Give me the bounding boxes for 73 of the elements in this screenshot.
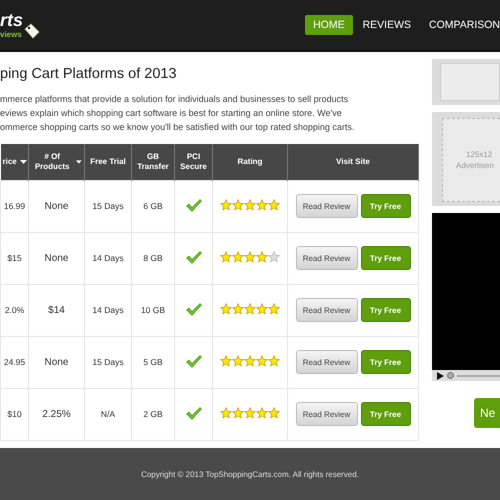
intro-text: mmerce platforms that provide a solution for individuals and businesses to sell products bbox=[0, 93, 350, 106]
star-icon bbox=[232, 199, 244, 211]
table-cell: 5 GB bbox=[132, 336, 174, 388]
star-icon bbox=[244, 303, 256, 315]
intro-text: ommerce shopping carts so we know you'll be satisfied with our top rated shopping carts. bbox=[0, 121, 356, 134]
logo-title[interactable]: rts bbox=[0, 10, 24, 30]
intro-text: eviews explain which shopping cart software is best for starting an online store. We've bbox=[0, 107, 343, 120]
read-review-button[interactable]: Read Review bbox=[296, 246, 358, 270]
table-cell: 15 Days bbox=[84, 336, 132, 388]
ad-placeholder bbox=[440, 63, 500, 101]
read-review-button[interactable]: Read Review bbox=[296, 194, 358, 218]
page-heading: ping Cart Platforms of 2013 bbox=[0, 66, 178, 82]
table-cell: 24.95 bbox=[0, 336, 28, 388]
star-icon bbox=[220, 355, 232, 367]
star-icon bbox=[268, 355, 280, 367]
copyright-text: Copyright © 2013 TopShoppingCarts.com. All rights reserved. bbox=[141, 470, 359, 478]
table-cell: 2.0% bbox=[0, 284, 28, 336]
table-cell: N/A bbox=[84, 388, 132, 440]
read-review-button[interactable]: Read Review bbox=[296, 298, 358, 322]
table-cell: 15 Days bbox=[84, 180, 132, 232]
column-header: Free Trial bbox=[84, 144, 132, 180]
star-icon bbox=[232, 251, 244, 263]
column-header[interactable]: rice bbox=[0, 144, 28, 180]
star-icon bbox=[268, 303, 280, 315]
column-header: Visit Site bbox=[288, 144, 418, 180]
star-icon bbox=[232, 407, 244, 419]
ad-label: Advertisen bbox=[456, 160, 494, 171]
table-cell: $15 bbox=[0, 232, 28, 284]
logo-subtitle: views bbox=[0, 30, 23, 39]
star-icon bbox=[256, 407, 268, 419]
star-icon bbox=[232, 303, 244, 315]
star-icon bbox=[256, 199, 268, 211]
read-review-button[interactable]: Read Review bbox=[296, 402, 358, 426]
column-header[interactable]: # Of Products bbox=[28, 144, 84, 180]
caret-icon bbox=[20, 160, 27, 164]
table-cell: $14 bbox=[28, 284, 84, 336]
caret-icon bbox=[76, 160, 82, 164]
star-icon bbox=[220, 251, 232, 263]
column-header: Rating bbox=[212, 144, 288, 180]
star-icon bbox=[244, 251, 256, 263]
table-cell: None bbox=[28, 180, 84, 232]
star-icon bbox=[244, 199, 256, 211]
table-cell: 2 GB bbox=[132, 388, 174, 440]
star-icon bbox=[268, 407, 280, 419]
star-icon bbox=[256, 251, 268, 263]
table-cell: 8 GB bbox=[132, 232, 174, 284]
star-icon bbox=[220, 407, 232, 419]
seek-handle[interactable] bbox=[447, 372, 454, 379]
nav-link[interactable]: COMPARISON bbox=[421, 15, 500, 35]
star-icon bbox=[220, 303, 232, 315]
column-header: PCI Secure bbox=[174, 144, 212, 180]
star-icon bbox=[268, 251, 280, 263]
star-icon bbox=[256, 303, 268, 315]
table-cell: 14 Days bbox=[84, 232, 132, 284]
star-icon bbox=[256, 355, 268, 367]
ad-label: 125x12 bbox=[465, 149, 492, 160]
tag-icon bbox=[24, 23, 40, 39]
table-cell: 14 Days bbox=[84, 284, 132, 336]
table-cell: 16.99 bbox=[0, 180, 28, 232]
star-icon bbox=[268, 199, 280, 211]
table-cell: 6 GB bbox=[132, 180, 174, 232]
star-icon bbox=[244, 407, 256, 419]
nav-link[interactable]: REVIEWS bbox=[354, 15, 420, 35]
column-header: GB Transfer bbox=[132, 144, 174, 180]
table-cell: 2.25% bbox=[28, 388, 84, 440]
read-review-button[interactable]: Read Review bbox=[296, 350, 358, 374]
table-cell: None bbox=[28, 336, 84, 388]
star-icon bbox=[232, 355, 244, 367]
star-icon bbox=[220, 199, 232, 211]
star-icon bbox=[244, 355, 256, 367]
table-cell: $10 bbox=[0, 388, 28, 440]
table-cell: 10 GB bbox=[132, 284, 174, 336]
table-cell: None bbox=[28, 232, 84, 284]
